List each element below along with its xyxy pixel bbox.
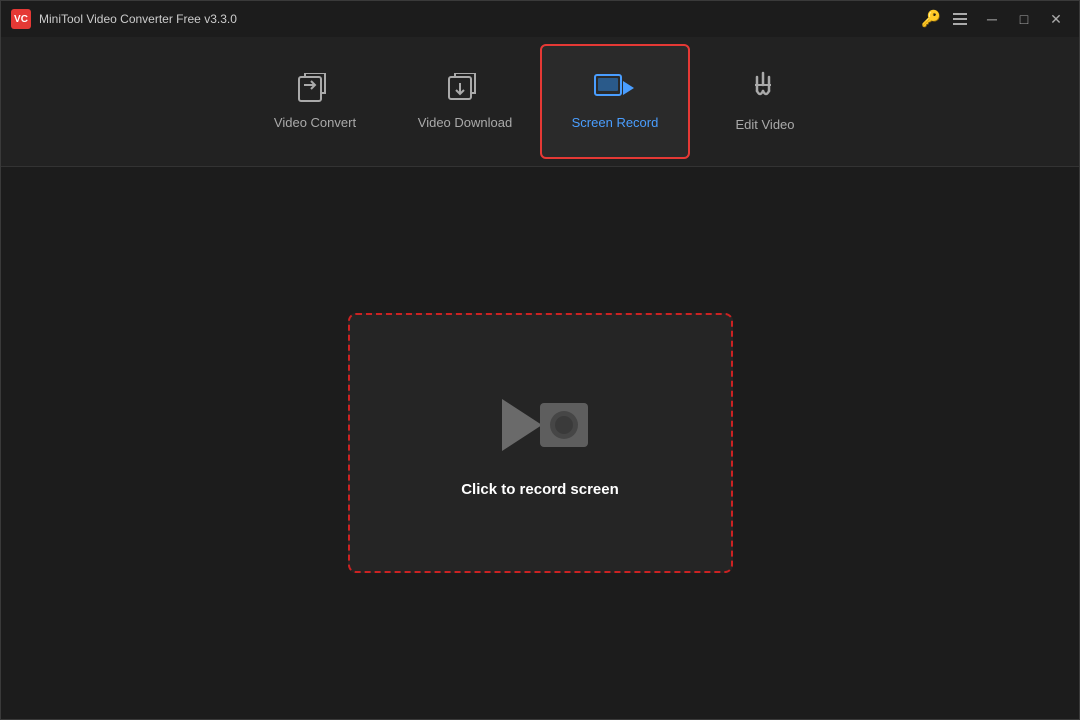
- nav-bar: Video Convert Video Download: [1, 37, 1079, 167]
- key-icon: 🔑: [921, 9, 941, 29]
- tab-edit-video-label: Edit Video: [735, 117, 794, 132]
- main-content: Click to record screen: [1, 167, 1079, 719]
- tab-video-convert[interactable]: Video Convert: [240, 44, 390, 159]
- tab-screen-record-label: Screen Record: [572, 115, 659, 130]
- hamburger-icon: [949, 9, 971, 29]
- tab-video-convert-label: Video Convert: [274, 115, 356, 130]
- app-title: MiniTool Video Converter Free v3.3.0: [39, 12, 237, 26]
- title-bar-left: VC MiniTool Video Converter Free v3.3.0: [11, 9, 237, 29]
- camera-icon-wrapper: [490, 389, 590, 461]
- tab-video-download-label: Video Download: [418, 115, 512, 130]
- app-window: VC MiniTool Video Converter Free v3.3.0 …: [0, 0, 1080, 720]
- tab-video-download[interactable]: Video Download: [390, 44, 540, 159]
- maximize-button[interactable]: □: [1011, 8, 1037, 30]
- record-area-text: Click to record screen: [461, 481, 619, 498]
- edit-video-icon: [747, 71, 783, 107]
- close-button[interactable]: ✕: [1043, 8, 1069, 30]
- title-bar-controls: 🔑 ─ □ ✕: [921, 8, 1069, 30]
- screen-record-icon: [594, 73, 636, 105]
- app-logo: VC: [11, 9, 31, 29]
- minimize-button[interactable]: ─: [979, 8, 1005, 30]
- title-bar: VC MiniTool Video Converter Free v3.3.0 …: [1, 1, 1079, 37]
- menu-button[interactable]: [947, 8, 973, 30]
- tab-edit-video[interactable]: Edit Video: [690, 44, 840, 159]
- video-convert-icon: [297, 73, 333, 105]
- record-area[interactable]: Click to record screen: [348, 313, 733, 573]
- tab-screen-record[interactable]: Screen Record: [540, 44, 690, 159]
- video-download-icon: [447, 73, 483, 105]
- camera-large-icon: [490, 389, 590, 461]
